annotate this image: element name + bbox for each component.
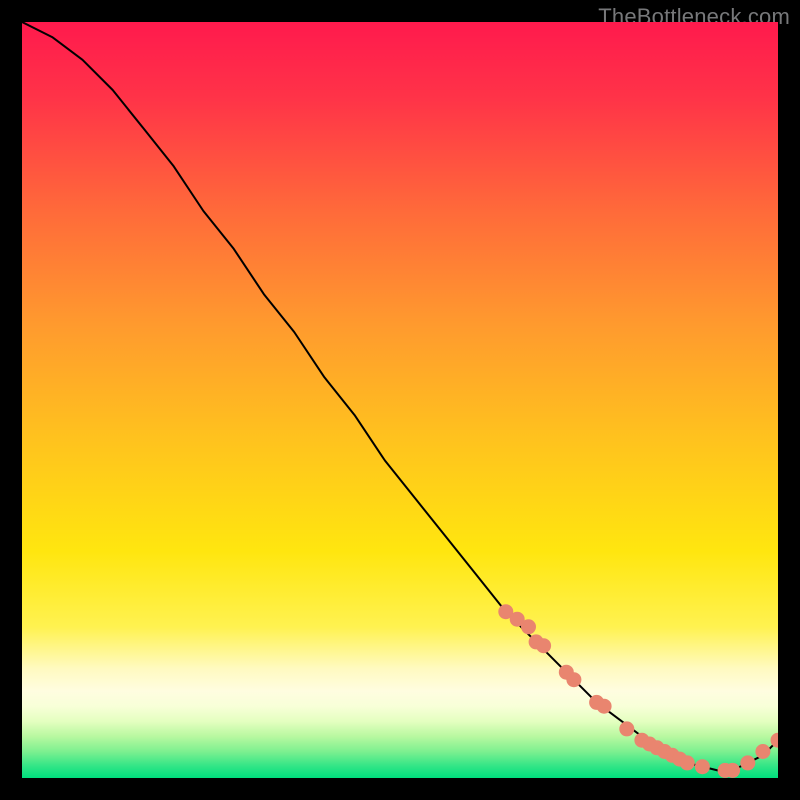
chart-background bbox=[22, 22, 778, 778]
marker-dot bbox=[695, 759, 710, 774]
plot-area bbox=[22, 22, 778, 778]
marker-dot bbox=[619, 721, 634, 736]
marker-dot bbox=[566, 672, 581, 687]
marker-dot bbox=[597, 699, 612, 714]
marker-dot bbox=[680, 755, 695, 770]
marker-dot bbox=[740, 755, 755, 770]
chart-svg bbox=[22, 22, 778, 778]
marker-dot bbox=[536, 638, 551, 653]
marker-dot bbox=[521, 619, 536, 634]
marker-dot bbox=[755, 744, 770, 759]
marker-dot bbox=[725, 763, 740, 778]
chart-frame: TheBottleneck.com bbox=[0, 0, 800, 800]
